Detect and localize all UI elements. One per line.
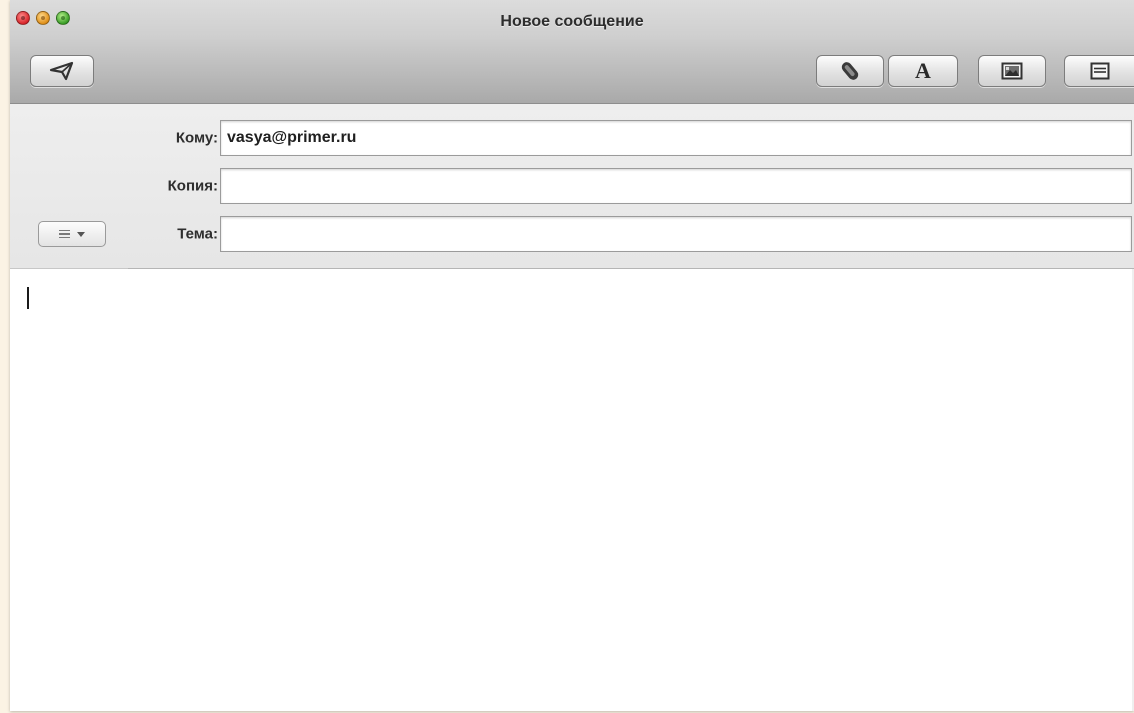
paperclip-icon — [841, 62, 859, 80]
cc-field[interactable] — [220, 168, 1132, 204]
send-button[interactable] — [30, 55, 94, 87]
cc-row: Копия: — [10, 166, 1134, 206]
photo-browser-button[interactable] — [978, 55, 1046, 87]
format-bar-button[interactable] — [1064, 55, 1134, 87]
paper-plane-icon — [49, 61, 74, 81]
cc-label: Копия: — [167, 177, 218, 195]
subject-label: Тема: — [177, 225, 218, 243]
subject-row: Тема: — [10, 214, 1134, 254]
text-cursor — [27, 287, 29, 309]
mail-compose-window: Новое сообщение A Кому: vasya@primer.ru … — [10, 0, 1134, 711]
fonts-button[interactable]: A — [888, 55, 958, 87]
subject-field[interactable] — [220, 216, 1132, 252]
format-bar-icon — [1090, 62, 1109, 80]
attach-button[interactable] — [816, 55, 884, 87]
photo-browser-icon — [1001, 62, 1023, 80]
titlebar-toolbar: Новое сообщение A — [10, 0, 1134, 104]
to-label: Кому: — [175, 129, 218, 147]
to-row: Кому: — [10, 118, 1134, 158]
to-field[interactable] — [220, 120, 1132, 156]
window-title: Новое сообщение — [500, 13, 644, 30]
message-header: Кому: Копия: Тема: — [10, 104, 1134, 269]
fonts-icon: A — [915, 58, 931, 83]
message-body[interactable] — [10, 269, 1134, 711]
